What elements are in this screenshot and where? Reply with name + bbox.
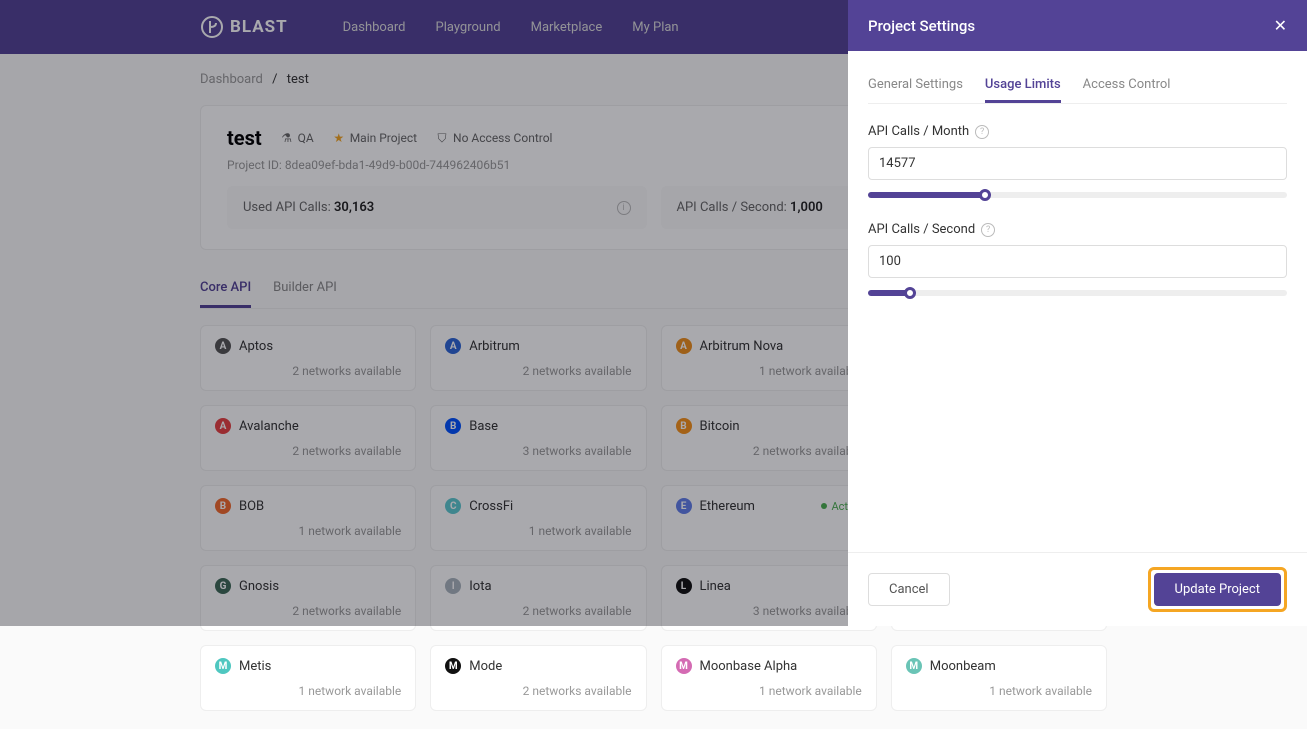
info-icon[interactable]: ?: [975, 125, 989, 139]
network-mode[interactable]: M Mode 2 networks available: [430, 645, 646, 711]
network-icon: M: [215, 658, 231, 674]
close-icon[interactable]: ✕: [1274, 16, 1287, 35]
network-icon: M: [676, 658, 692, 674]
update-project-button[interactable]: Update Project: [1154, 573, 1281, 606]
settings-panel: Project Settings ✕ General Settings Usage…: [848, 0, 1307, 626]
network-icon: M: [906, 658, 922, 674]
network-icon: M: [445, 658, 461, 674]
panel-title: Project Settings: [868, 17, 975, 35]
panel-tab-usage-limits[interactable]: Usage Limits: [985, 69, 1061, 103]
highlight-ring: Update Project: [1148, 567, 1287, 612]
network-sub: 1 network available: [676, 684, 862, 698]
network-moonbase-alpha[interactable]: M Moonbase Alpha 1 network available: [661, 645, 877, 711]
panel-header: Project Settings ✕: [848, 0, 1307, 51]
second-slider[interactable]: [868, 290, 1287, 296]
month-input[interactable]: [868, 147, 1287, 180]
panel-tabs: General Settings Usage Limits Access Contr…: [868, 69, 1287, 104]
cancel-button[interactable]: Cancel: [868, 573, 950, 606]
slider-thumb[interactable]: [979, 189, 991, 201]
info-icon[interactable]: ?: [981, 223, 995, 237]
network-name: Moonbeam: [930, 659, 996, 674]
panel-tab-general-settings[interactable]: General Settings: [868, 69, 963, 103]
network-sub: 2 networks available: [445, 684, 631, 698]
network-sub: 1 network available: [906, 684, 1092, 698]
month-label: API Calls / Month ?: [868, 124, 1287, 139]
month-slider[interactable]: [868, 192, 1287, 198]
second-label: API Calls / Second ?: [868, 222, 1287, 237]
panel-body: General Settings Usage Limits Access Contr…: [848, 51, 1307, 552]
panel-footer: Cancel Update Project: [848, 552, 1307, 626]
network-metis[interactable]: M Metis 1 network available: [200, 645, 416, 711]
network-name: Mode: [469, 659, 502, 674]
second-input[interactable]: [868, 245, 1287, 278]
panel-tab-access-control[interactable]: Access Control: [1083, 69, 1171, 103]
network-name: Moonbase Alpha: [700, 659, 798, 674]
slider-thumb[interactable]: [904, 287, 916, 299]
network-sub: 1 network available: [215, 684, 401, 698]
network-name: Metis: [239, 659, 271, 674]
network-moonbeam[interactable]: M Moonbeam 1 network available: [891, 645, 1107, 711]
